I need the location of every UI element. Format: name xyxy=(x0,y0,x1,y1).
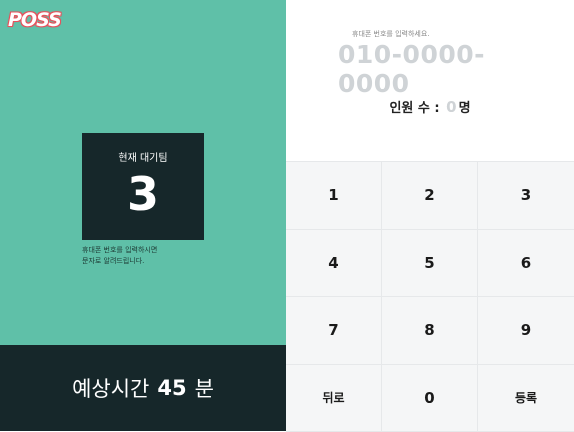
number-keypad: 1 2 3 4 5 6 7 8 9 뒤로 0 등록 xyxy=(286,161,574,431)
queue-count: 3 xyxy=(82,168,204,220)
eta-unit: 분 xyxy=(195,373,214,403)
estimated-time-bar: 예상시간 45 분 xyxy=(0,345,286,431)
current-waiting-card: 현재 대기팀 3 xyxy=(82,133,204,240)
people-unit: 명 xyxy=(459,101,471,116)
key-8[interactable]: 8 xyxy=(382,297,478,365)
queue-label: 현재 대기팀 xyxy=(82,149,204,164)
eta-value: 45 xyxy=(157,376,186,400)
key-0[interactable]: 0 xyxy=(382,365,478,432)
eta-label: 예상시간 xyxy=(72,373,149,403)
key-6[interactable]: 6 xyxy=(478,230,574,298)
people-count-display[interactable]: 인원 수 : 0명 xyxy=(286,97,574,116)
key-5[interactable]: 5 xyxy=(382,230,478,298)
notice-line-1: 휴대폰 번호를 입력하시면 xyxy=(82,245,232,256)
sms-notice: 휴대폰 번호를 입력하시면 문자로 알려드립니다. xyxy=(82,245,232,267)
people-count: 0 xyxy=(446,98,456,116)
notice-line-2: 문자로 알려드립니다. xyxy=(82,256,232,267)
app-logo: POSS xyxy=(8,9,61,31)
phone-hint: 휴대폰 번호를 입력하세요. xyxy=(352,29,430,39)
key-3[interactable]: 3 xyxy=(478,162,574,230)
key-1[interactable]: 1 xyxy=(286,162,382,230)
key-9[interactable]: 9 xyxy=(478,297,574,365)
phone-number-input[interactable]: 010-0000-0000 xyxy=(338,40,528,98)
back-button[interactable]: 뒤로 xyxy=(286,365,382,432)
people-label: 인원 수 : xyxy=(389,101,439,116)
register-button[interactable]: 등록 xyxy=(478,365,574,432)
left-panel: POSS 현재 대기팀 3 휴대폰 번호를 입력하시면 문자로 알려드립니다. … xyxy=(0,0,286,431)
entry-panel: 휴대폰 번호를 입력하세요. 010-0000-0000 인원 수 : 0명 1… xyxy=(286,0,574,431)
key-7[interactable]: 7 xyxy=(286,297,382,365)
key-2[interactable]: 2 xyxy=(382,162,478,230)
key-4[interactable]: 4 xyxy=(286,230,382,298)
